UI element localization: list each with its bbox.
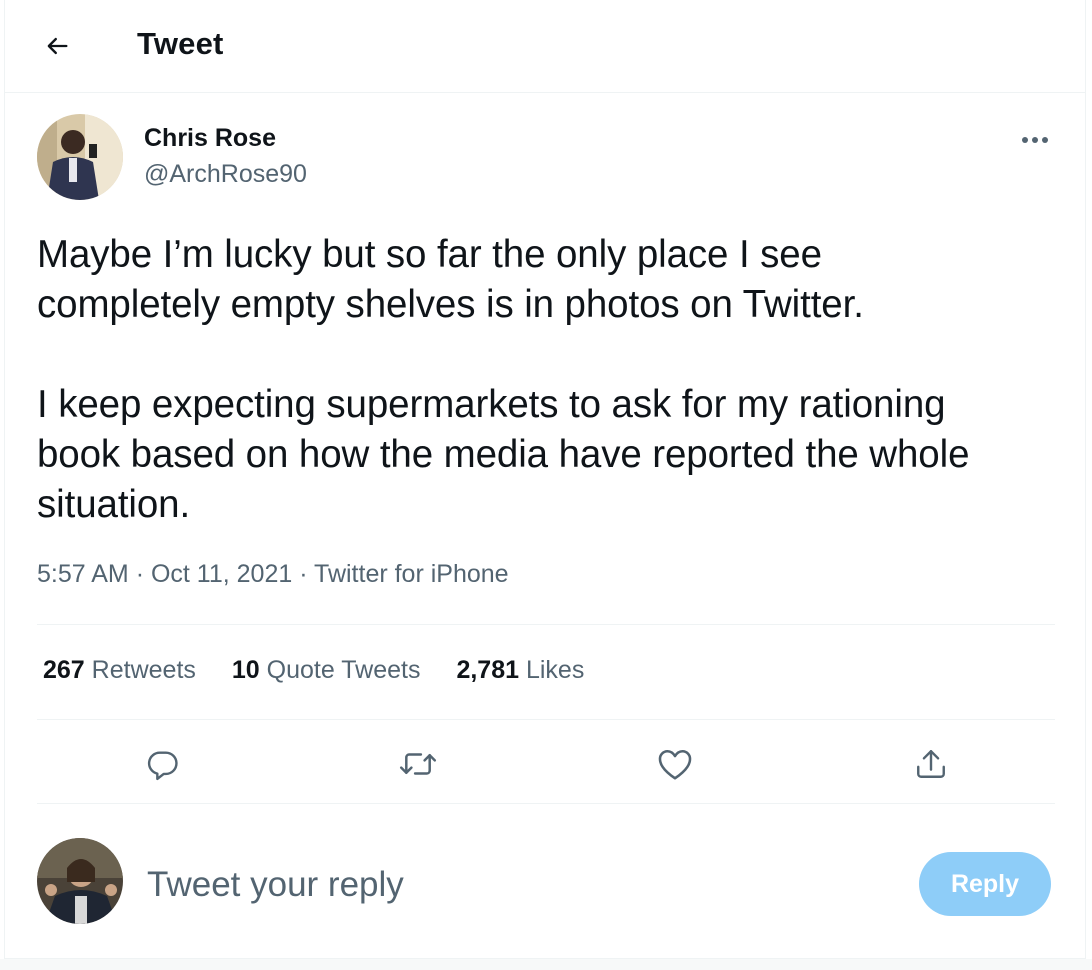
tweet-metadata: 5:57 AM · Oct 11, 2021 · Twitter for iPh… [37,560,509,589]
meta-separator: · [135,560,145,588]
retweet-button[interactable] [394,740,442,788]
reply-button[interactable] [139,740,187,788]
divider [37,624,1055,625]
tweet-source[interactable]: Twitter for iPhone [314,560,509,588]
retweet-icon [399,753,437,775]
header: Tweet [5,0,1085,93]
retweets-label: Retweets [91,656,196,684]
divider [37,719,1055,720]
share-button[interactable] [907,740,955,788]
likes-label: Likes [525,656,585,684]
share-icon [917,750,945,778]
avatar-photo [37,838,123,924]
tweet-detail-panel: Tweet Chris Rose @ArchRose90 Maybe I’m l… [4,0,1086,959]
tweet-text: Maybe I’m lucky but so far the only plac… [37,233,970,526]
arrow-left-icon [47,37,68,55]
retweets-count: 267 [43,656,85,684]
quote-tweets-stat[interactable]: 10 Quote Tweets [232,656,421,685]
back-button[interactable] [35,24,79,68]
reply-input[interactable] [147,860,887,910]
heart-icon [658,749,692,780]
avatar-photo [37,114,123,200]
quotes-count: 10 [231,656,260,684]
tweet-date[interactable]: Oct 11, 2021 [151,560,292,588]
quotes-label: Quote Tweets [266,656,421,684]
meta-separator: · [299,560,308,588]
current-user-avatar[interactable] [37,838,123,924]
reply-submit-button[interactable]: Reply [919,852,1051,916]
likes-stat[interactable]: 2,781 Likes [456,656,584,685]
reply-icon [147,751,178,781]
retweets-stat[interactable]: 267 Retweets [43,656,196,685]
author-name[interactable]: Chris Rose [144,124,276,153]
more-button[interactable] [1015,122,1055,158]
likes-count: 2,781 [456,656,520,684]
divider [37,803,1055,804]
tweet-time[interactable]: 5:57 AM [37,560,129,588]
more-horizontal-icon [1022,137,1048,143]
like-button[interactable] [651,740,699,788]
tweet-stats: 267 Retweets 10 Quote Tweets 2,781 Likes [43,656,584,685]
page-title: Tweet [137,26,224,61]
author-handle[interactable]: @ArchRose90 [144,160,307,189]
bottom-edge [0,959,1092,970]
author-avatar[interactable] [37,114,123,200]
